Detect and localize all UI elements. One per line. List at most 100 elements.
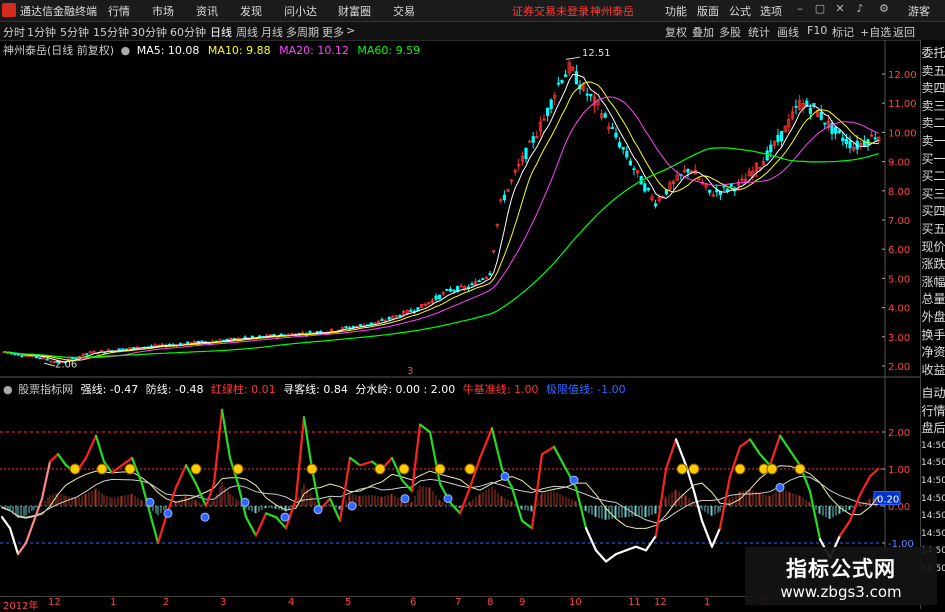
menu-item-news[interactable]: 资讯 — [196, 3, 218, 19]
login-status-alert[interactable]: 证券交易未登录 — [512, 3, 589, 19]
buy-signal-dot — [232, 463, 244, 475]
menu-item-options[interactable]: 选项 — [760, 3, 782, 19]
side-panel-item[interactable]: 总量 — [921, 290, 945, 308]
side-panel-item[interactable]: 涨跌 — [921, 255, 945, 273]
price-tick-label: 4.00 — [888, 304, 910, 315]
side-panel-item[interactable]: 委托 — [921, 44, 945, 62]
price-tick-label: 12.00 — [888, 70, 917, 81]
restore-icon[interactable]: ▢ — [812, 2, 828, 18]
tab-5min[interactable]: 5分钟 — [60, 24, 89, 40]
chevron-right-icon[interactable]: > — [346, 24, 355, 37]
side-panel-time-item[interactable]: 14:50 — [921, 525, 945, 543]
minimize-icon[interactable]: – — [792, 2, 808, 18]
buy-signal-dot — [794, 463, 806, 475]
side-panel-item[interactable]: 卖四 — [921, 79, 945, 97]
tab-weekly[interactable]: 周线 — [236, 24, 258, 40]
side-panel-item[interactable]: 卖三 — [921, 97, 945, 115]
side-panel-item[interactable]: 买二 — [921, 167, 945, 185]
menu-item-wealth[interactable]: 财富圈 — [338, 3, 371, 19]
menu-item-trade[interactable]: 交易 — [393, 3, 415, 19]
tab-time-share[interactable]: 分时 — [3, 24, 25, 40]
side-panel-item[interactable]: 涨幅 — [921, 273, 945, 291]
adjust-button[interactable]: 复权 — [665, 24, 687, 40]
oscillator-segment — [48, 453, 60, 463]
candle-body — [574, 71, 579, 85]
sell-signal-dot — [145, 497, 155, 507]
side-panel-time-item[interactable]: 14:50 — [921, 490, 945, 508]
tab-multi-period[interactable]: 多周期 — [286, 24, 319, 40]
gear-icon[interactable]: ⚙ — [876, 2, 892, 18]
side-panel-item[interactable]: 买一 — [921, 150, 945, 168]
candle-body — [708, 189, 712, 193]
sell-signal-dot — [200, 512, 210, 522]
kline-chart-canvas[interactable]: 12.00 11.00 10.00 9.00 8.00 7.00 6.00 5.00 4.00 3… — [0, 40, 920, 378]
multi-stock-button[interactable]: 多股 — [719, 24, 741, 40]
sell-signal-dot — [500, 471, 510, 481]
menu-item-quotes[interactable]: 行情 — [108, 3, 130, 19]
side-panel-item[interactable]: 现价 — [921, 238, 945, 256]
price-tick-label: 3.00 — [888, 333, 910, 344]
side-panel-item[interactable]: 买三 — [921, 185, 945, 203]
stats-button[interactable]: 统计 — [748, 24, 770, 40]
oscillator-segment — [32, 497, 44, 522]
candle-body — [528, 140, 532, 143]
tab-daily[interactable]: 日线 — [210, 24, 232, 40]
ma10-label: MA10: 9.88 — [207, 44, 271, 57]
overlay-button[interactable]: 叠加 — [692, 24, 714, 40]
candle-body — [794, 105, 798, 108]
buy-signal-dot — [96, 463, 108, 475]
mark-button[interactable]: 标记 — [832, 24, 854, 40]
indicator-dot-icon[interactable]: ● — [3, 383, 13, 396]
f10-button[interactable]: F10 — [807, 24, 827, 37]
side-panel-item[interactable]: 净资 — [921, 343, 945, 361]
candle-body — [823, 122, 827, 125]
side-panel-time-item[interactable]: 14:50 — [921, 437, 945, 455]
menu-item-formula[interactable]: 公式 — [729, 3, 751, 19]
close-icon[interactable]: ✕ — [832, 2, 848, 18]
side-panel-item[interactable]: 卖五 — [921, 62, 945, 80]
tab-monthly[interactable]: 月线 — [261, 24, 283, 40]
menu-item-discover[interactable]: 发现 — [240, 3, 262, 19]
ma60-label: MA60: 9.59 — [357, 44, 421, 57]
side-panel-time-item[interactable]: 行情 — [921, 402, 945, 420]
add-watchlist-button[interactable]: +自选 — [860, 24, 891, 40]
menu-bar: 通达信金融终端 行情 市场 资讯 发现 问小达 财富圈 交易 证券交易未登录 神… — [0, 0, 945, 22]
candle-body — [585, 93, 589, 96]
oscillator-segment — [254, 512, 268, 537]
tab-15min[interactable]: 15分钟 — [93, 24, 129, 40]
tab-more[interactable]: 更多 — [322, 24, 344, 40]
side-panel-time-item[interactable]: 14:50 — [921, 454, 945, 472]
guest-user[interactable]: 游客 — [908, 3, 930, 19]
menu-item-ask[interactable]: 问小达 — [284, 3, 317, 19]
side-panel-item[interactable]: 收益 — [921, 361, 945, 379]
kline-chart[interactable]: 12.00 11.00 10.00 9.00 8.00 7.00 6.00 5.00 4.00 3… — [0, 40, 920, 378]
side-panel-item[interactable]: 卖一 — [921, 132, 945, 150]
back-button[interactable]: 返回 — [893, 24, 915, 40]
settings-dot-icon[interactable]: ● — [121, 44, 131, 57]
side-panel-time-item[interactable]: 14:50 — [921, 507, 945, 525]
oscillator-segment — [594, 549, 608, 563]
candle-body — [502, 194, 507, 201]
oscillator-segment — [24, 519, 36, 545]
tab-60min[interactable]: 60分钟 — [170, 24, 206, 40]
indicator-item: 强线: -0.47 — [80, 383, 139, 396]
side-panel-item[interactable]: 换手 — [921, 326, 945, 344]
tab-30min[interactable]: 30分钟 — [131, 24, 167, 40]
side-panel-time-item[interactable]: 自动 — [921, 384, 945, 402]
side-panel-time-item[interactable]: 盘后 — [921, 419, 945, 437]
date-axis-label: 8 — [487, 597, 494, 608]
side-panel-item[interactable]: 外盘 — [921, 308, 945, 326]
side-panel-item[interactable]: 买四 — [921, 202, 945, 220]
bell-icon[interactable]: ♪ — [852, 2, 868, 18]
draw-button[interactable]: 画线 — [777, 24, 799, 40]
side-panel-item[interactable]: 卖二 — [921, 114, 945, 132]
menu-item-market[interactable]: 市场 — [152, 3, 174, 19]
candle-body — [225, 338, 229, 341]
side-panel-time-item[interactable]: 14:50 — [921, 472, 945, 490]
menu-item-functions[interactable]: 功能 — [665, 3, 687, 19]
date-axis-label: 6 — [410, 597, 417, 608]
candle-body — [315, 331, 319, 333]
side-panel-item[interactable]: 买五 — [921, 220, 945, 238]
tab-1min[interactable]: 1分钟 — [27, 24, 56, 40]
menu-item-layout[interactable]: 版面 — [697, 3, 719, 19]
